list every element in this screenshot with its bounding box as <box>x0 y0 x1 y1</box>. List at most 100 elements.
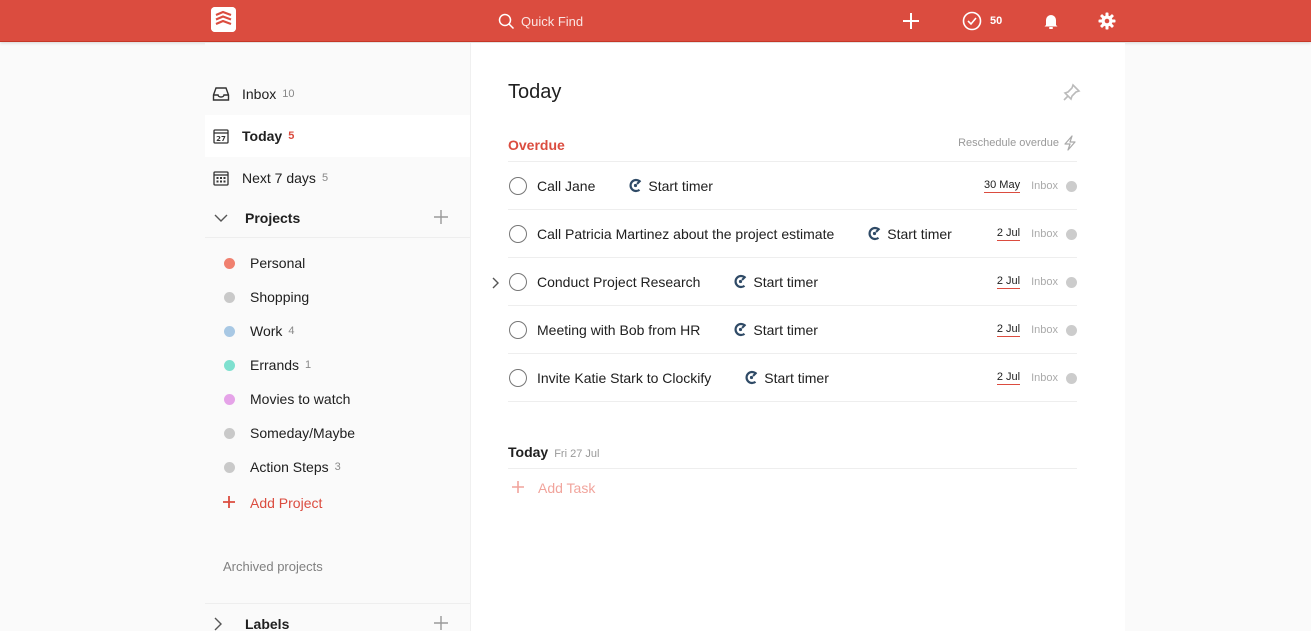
today-section-date: Fri 27 Jul <box>554 448 600 460</box>
labels-header[interactable]: Labels <box>205 603 470 631</box>
project-item-shopping[interactable]: Shopping <box>205 280 470 314</box>
start-timer-label: Start timer <box>753 273 818 290</box>
today-count: 5 <box>288 130 295 142</box>
start-timer-button[interactable]: Start timer <box>744 370 829 386</box>
sidebar-item-inbox[interactable]: Inbox 10 <box>205 73 470 115</box>
project-name: Movies to watch <box>250 391 351 407</box>
chevron-right-icon[interactable] <box>492 276 499 292</box>
project-count: 1 <box>305 359 312 371</box>
svg-text:27: 27 <box>216 135 226 143</box>
inbox-icon <box>212 85 230 103</box>
project-color-dot <box>1066 228 1077 240</box>
project-item-someday-maybe[interactable]: Someday/Maybe <box>205 416 470 450</box>
project-name: Action Steps <box>250 459 329 475</box>
bell-icon <box>1044 15 1058 29</box>
chevron-right-icon[interactable] <box>214 617 230 631</box>
archived-projects-link[interactable]: Archived projects <box>223 559 323 574</box>
clockify-icon <box>868 226 881 241</box>
top-bar: Quick Find 50 <box>0 0 1311 42</box>
project-name: Work <box>250 323 283 339</box>
start-timer-button[interactable]: Start timer <box>867 226 952 242</box>
add-project-button[interactable]: Add Project <box>223 495 322 511</box>
lightning-icon <box>1064 135 1076 151</box>
start-timer-button[interactable]: Start timer <box>733 274 818 290</box>
project-name: Errands <box>250 357 300 373</box>
inbox-count: 10 <box>282 88 295 100</box>
task-checkbox[interactable] <box>509 224 527 243</box>
quick-find-input[interactable]: Quick Find <box>498 10 583 32</box>
project-color-dot <box>224 291 235 303</box>
clockify-icon <box>745 370 758 385</box>
sidebar-item-today[interactable]: 27 Today 5 <box>205 115 470 157</box>
project-item-errands[interactable]: Errands 1 <box>205 348 470 382</box>
start-timer-button[interactable]: Start timer <box>733 322 818 338</box>
task-project[interactable]: Inbox <box>1031 180 1058 192</box>
project-color-dot <box>224 325 235 337</box>
project-color-dot <box>1066 372 1077 384</box>
main-content: Today Overdue Reschedule overdue Call Ja… <box>471 43 1125 631</box>
project-item-action-steps[interactable]: Action Steps 3 <box>205 450 470 484</box>
task-project[interactable]: Inbox <box>1031 228 1058 240</box>
project-color-dot <box>224 427 235 439</box>
project-name: Personal <box>250 255 306 271</box>
task-project[interactable]: Inbox <box>1031 372 1058 384</box>
task-meta: 2 Jul Inbox <box>996 258 1077 306</box>
task-project[interactable]: Inbox <box>1031 276 1058 288</box>
task-content[interactable]: Call Jane <box>537 178 595 194</box>
task-content[interactable]: Call Patricia Martinez about the project… <box>537 226 834 242</box>
productivity-button[interactable]: 50 <box>962 11 1002 31</box>
labels-title: Labels <box>245 615 290 631</box>
task-row[interactable]: Call Jane Start timer 30 May Inbox <box>508 161 1077 209</box>
task-due-date[interactable]: 30 May <box>984 179 1021 193</box>
add-task-button[interactable]: Add Task <box>512 480 595 496</box>
project-item-work[interactable]: Work 4 <box>205 314 470 348</box>
task-checkbox[interactable] <box>509 272 527 291</box>
task-row[interactable]: Meeting with Bob from HR Start timer 2 J… <box>508 305 1077 353</box>
task-due-date[interactable]: 2 Jul <box>996 275 1021 289</box>
add-project-plus-icon[interactable] <box>434 210 448 227</box>
project-item-movies-to-watch[interactable]: Movies to watch <box>205 382 470 416</box>
task-checkbox[interactable] <box>509 320 527 339</box>
task-checkbox[interactable] <box>509 176 527 195</box>
todoist-logo-icon[interactable] <box>211 7 236 32</box>
karma-count: 50 <box>990 15 1003 27</box>
plus-icon <box>903 13 919 29</box>
project-color-dot <box>1066 324 1077 336</box>
task-content[interactable]: Invite Katie Stark to Clockify <box>537 370 711 386</box>
next-7-days-count: 5 <box>321 172 329 184</box>
project-item-personal[interactable]: Personal <box>205 246 470 280</box>
projects-header[interactable]: Projects <box>205 198 470 238</box>
task-due-date[interactable]: 2 Jul <box>996 227 1021 241</box>
task-row[interactable]: Call Patricia Martinez about the project… <box>508 209 1077 257</box>
search-icon <box>498 13 515 29</box>
clockify-icon <box>734 322 747 337</box>
quick-find-placeholder: Quick Find <box>521 13 584 29</box>
gear-icon <box>1098 12 1116 30</box>
reschedule-overdue-button[interactable]: Reschedule overdue <box>958 135 1077 151</box>
task-checkbox[interactable] <box>509 368 527 387</box>
plus-icon <box>512 480 524 496</box>
task-due-date[interactable]: 2 Jul <box>996 371 1021 385</box>
task-due-date[interactable]: 2 Jul <box>996 323 1021 337</box>
project-color-dot <box>1066 276 1077 288</box>
reschedule-overdue-label: Reschedule overdue <box>958 137 1059 149</box>
task-content[interactable]: Meeting with Bob from HR <box>537 322 700 338</box>
task-content[interactable]: Conduct Project Research <box>537 274 700 290</box>
task-project[interactable]: Inbox <box>1031 324 1058 336</box>
sidebar: Inbox 10 27 Today 5 Next 7 days 5 Projec… <box>205 43 471 631</box>
sidebar-item-label: Inbox <box>242 86 277 102</box>
task-row[interactable]: Invite Katie Stark to Clockify Start tim… <box>508 353 1077 401</box>
task-row[interactable]: Conduct Project Research Start timer 2 J… <box>492 257 1077 306</box>
chevron-down-icon[interactable] <box>214 214 230 222</box>
sidebar-item-next-7-days[interactable]: Next 7 days 5 <box>205 157 470 199</box>
pin-icon[interactable] <box>1063 83 1081 106</box>
plus-icon <box>223 495 235 511</box>
task-meta: 2 Jul Inbox <box>996 354 1077 402</box>
add-task-button[interactable] <box>901 11 921 31</box>
start-timer-button[interactable]: Start timer <box>628 178 713 194</box>
notifications-button[interactable] <box>1041 11 1061 31</box>
project-color-dot <box>224 393 235 405</box>
settings-button[interactable] <box>1097 11 1117 31</box>
clockify-icon <box>734 274 747 289</box>
add-label-plus-icon[interactable] <box>434 616 448 631</box>
